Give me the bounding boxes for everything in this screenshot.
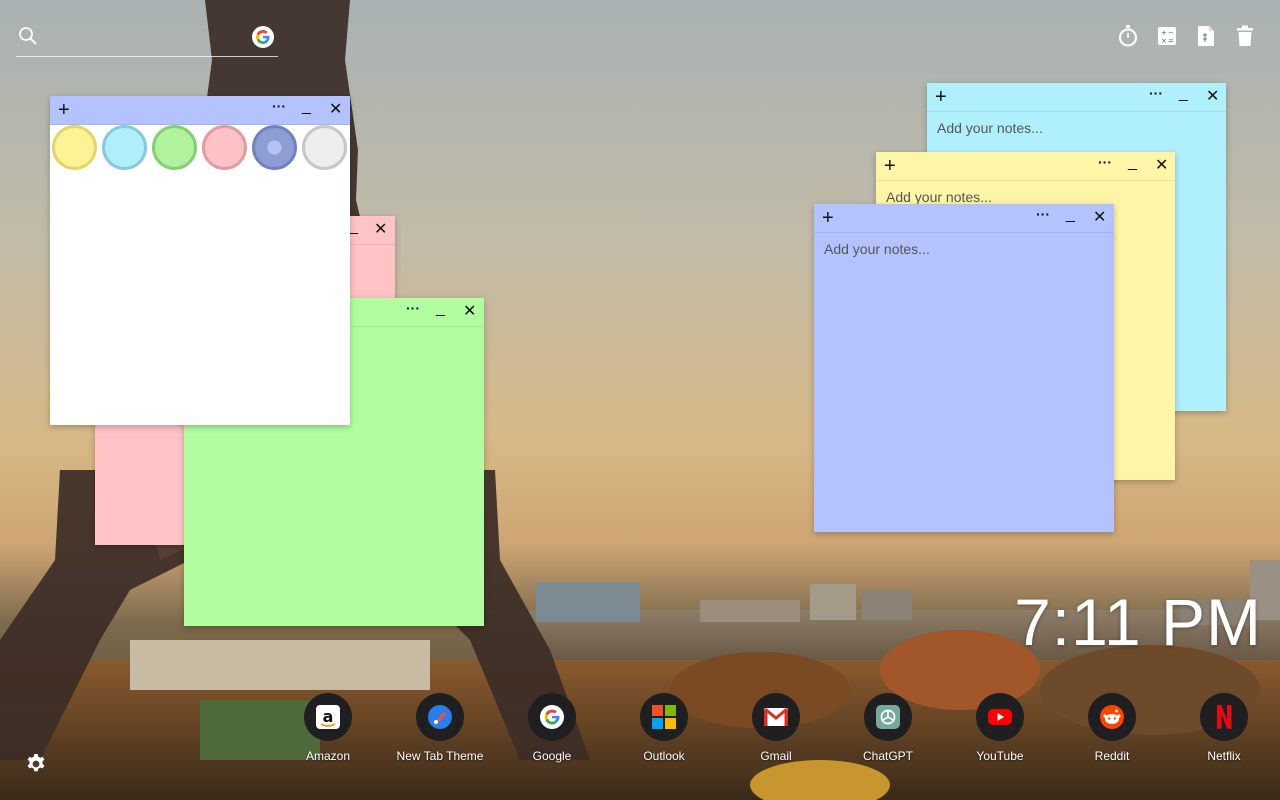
add-note-button[interactable]: +	[58, 100, 70, 120]
close-note-button[interactable]: ✕	[329, 99, 342, 119]
note-header: + ··· _ ✕	[927, 83, 1226, 112]
note-menu-button[interactable]: ···	[1098, 154, 1112, 170]
new-tab-theme-icon	[416, 693, 464, 741]
outlook-icon	[640, 693, 688, 741]
stopwatch-icon[interactable]	[1117, 24, 1139, 48]
calculator-icon[interactable]: + − × =	[1156, 24, 1178, 48]
note-text-area[interactable]	[814, 233, 1114, 532]
shortcut-label: New Tab Theme	[396, 749, 484, 763]
svg-text:a: a	[323, 707, 334, 726]
google-search-icon[interactable]	[252, 26, 274, 48]
gmail-icon	[752, 693, 800, 741]
note-menu-button[interactable]: ···	[1149, 85, 1163, 101]
svg-text:×: ×	[1161, 37, 1167, 45]
note-color-picker	[50, 125, 350, 177]
minimize-note-button[interactable]: _	[1179, 85, 1188, 103]
note-header: + ··· _ ✕	[50, 96, 350, 125]
shortcut-label: Amazon	[305, 749, 351, 763]
youtube-icon	[976, 693, 1024, 741]
reddit-icon	[1088, 693, 1136, 741]
shortcut-outlook[interactable]: Outlook	[608, 693, 720, 763]
shortcut-label: Google	[532, 749, 572, 763]
shortcuts-dock: a Amazon New Tab Theme Google Outlook Gm	[272, 693, 1280, 763]
shortcut-google[interactable]: Google	[496, 693, 608, 763]
color-swatch-pink[interactable]	[202, 125, 247, 170]
close-note-button[interactable]: ✕	[1093, 207, 1106, 227]
shortcut-netflix[interactable]: Netflix	[1168, 693, 1280, 763]
close-note-button[interactable]: ✕	[1206, 86, 1219, 106]
note-header: + ··· _ ✕	[814, 204, 1114, 233]
shortcut-chatgpt[interactable]: ChatGPT	[832, 693, 944, 763]
search-bar	[16, 24, 278, 57]
add-note-button[interactable]: +	[822, 208, 834, 228]
color-swatch-cyan[interactable]	[102, 125, 147, 170]
toolbar: + − × =	[1117, 24, 1256, 48]
svg-text:−: −	[1168, 29, 1174, 37]
search-icon[interactable]	[18, 26, 38, 51]
chatgpt-icon	[864, 693, 912, 741]
color-swatch-green[interactable]	[152, 125, 197, 170]
shortcut-label: Outlook	[643, 749, 685, 763]
add-note-button[interactable]: +	[935, 87, 947, 107]
shortcut-label: Reddit	[1094, 749, 1130, 763]
close-note-button[interactable]: ✕	[463, 301, 476, 321]
shortcut-label: ChatGPT	[862, 749, 913, 763]
minimize-note-button[interactable]: _	[1128, 154, 1137, 172]
amazon-icon: a	[304, 693, 352, 741]
minimize-note-button[interactable]: _	[436, 300, 445, 318]
netflix-icon	[1200, 693, 1248, 741]
trash-icon[interactable]	[1234, 24, 1256, 48]
minimize-note-button[interactable]: _	[1066, 206, 1075, 224]
color-swatch-gray[interactable]	[302, 125, 347, 170]
svg-text:=: =	[1168, 37, 1174, 45]
minimize-note-button[interactable]: _	[349, 218, 358, 236]
shortcut-new-tab-theme[interactable]: New Tab Theme	[384, 693, 496, 763]
sticky-note-white: + ··· _ ✕	[50, 96, 350, 425]
shortcut-amazon[interactable]: a Amazon	[272, 693, 384, 763]
shortcut-label: Gmail	[760, 749, 792, 763]
note-menu-button[interactable]: ···	[272, 98, 286, 114]
search-input[interactable]	[44, 26, 248, 52]
close-note-button[interactable]: ✕	[1155, 155, 1168, 175]
color-swatch-yellow[interactable]	[52, 125, 97, 170]
note-menu-button[interactable]: ···	[1036, 206, 1050, 222]
shortcut-youtube[interactable]: YouTube	[944, 693, 1056, 763]
add-note-button[interactable]: +	[884, 156, 896, 176]
shortcut-label: Netflix	[1207, 749, 1241, 763]
note-menu-button[interactable]: ···	[406, 300, 420, 316]
note-header: + ··· _ ✕	[876, 152, 1175, 181]
google-icon	[528, 693, 576, 741]
shortcut-label: YouTube	[976, 749, 1024, 763]
settings-gear-icon[interactable]	[24, 752, 48, 776]
document-icon[interactable]	[1195, 24, 1217, 48]
clock: 7:11 PM	[1014, 585, 1262, 659]
shortcut-reddit[interactable]: Reddit	[1056, 693, 1168, 763]
minimize-note-button[interactable]: _	[302, 98, 311, 116]
shortcut-gmail[interactable]: Gmail	[720, 693, 832, 763]
sticky-note-periwinkle: + ··· _ ✕	[814, 204, 1114, 532]
close-note-button[interactable]: ✕	[374, 219, 387, 239]
color-swatch-periwinkle[interactable]	[252, 125, 297, 170]
svg-text:+: +	[1161, 29, 1167, 37]
